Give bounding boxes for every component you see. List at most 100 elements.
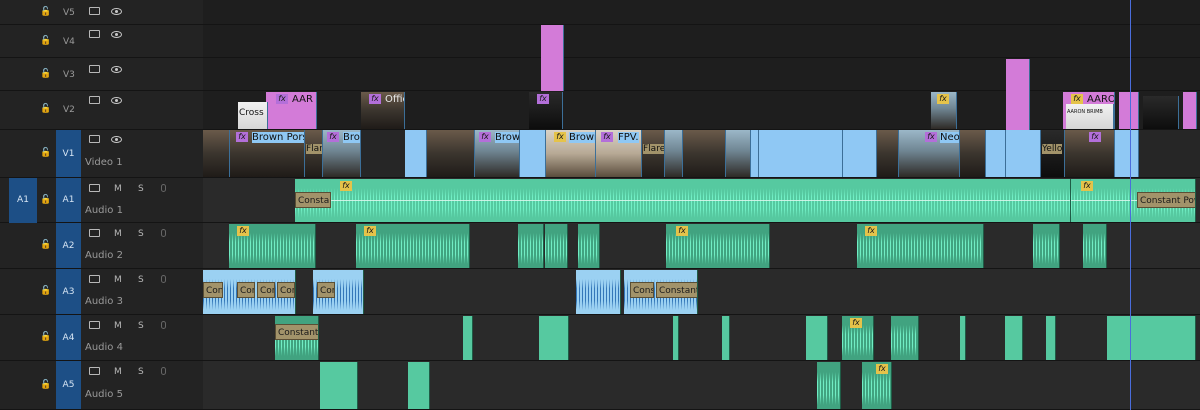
lock-icon[interactable]: 🔓 [40, 287, 51, 296]
mute-button[interactable]: M [114, 275, 122, 285]
transition-constant-power[interactable]: Constan [295, 192, 331, 208]
transition-constant-power[interactable]: Constant Power [1137, 192, 1195, 208]
video-clip[interactable] [665, 130, 683, 177]
audio-clip[interactable] [891, 316, 919, 360]
audio-clip[interactable] [1046, 316, 1056, 360]
eye-icon[interactable] [111, 136, 122, 143]
video-clip[interactable]: fx Bro [323, 130, 361, 177]
video-clip[interactable]: fx AAR [266, 92, 317, 129]
video-clip[interactable]: Flar [305, 130, 323, 177]
solo-button[interactable]: S [138, 367, 144, 377]
lock-icon[interactable]: 🔓 [40, 8, 51, 17]
sync-lock-icon[interactable] [89, 367, 100, 375]
voiceover-record-icon[interactable] [161, 367, 166, 375]
voiceover-record-icon[interactable] [161, 321, 166, 329]
audio-clip[interactable]: fx [857, 224, 984, 268]
title-clip[interactable]: Cross [238, 102, 268, 129]
sync-lock-icon[interactable] [89, 135, 100, 143]
audio-clip[interactable]: Con Con Con Con [203, 270, 296, 314]
video-clip[interactable] [1119, 92, 1139, 129]
lock-icon[interactable]: 🔓 [40, 381, 51, 390]
audio-clip[interactable] [320, 362, 358, 409]
track-target-a2[interactable]: A2 [56, 223, 81, 268]
audio-clip[interactable] [518, 224, 544, 268]
video-clip[interactable]: fx Offic [361, 92, 405, 129]
mute-button[interactable]: M [114, 321, 122, 331]
lock-icon[interactable]: 🔓 [40, 241, 51, 250]
audio-clip[interactable] [1083, 224, 1107, 268]
audio-clip[interactable] [545, 224, 568, 268]
video-clip[interactable]: fx [931, 92, 957, 129]
lane-v4[interactable] [203, 25, 1200, 58]
sync-lock-icon[interactable] [89, 65, 100, 73]
eye-icon[interactable] [111, 31, 122, 38]
sync-lock-icon[interactable] [89, 321, 100, 329]
voiceover-record-icon[interactable] [161, 275, 166, 283]
audio-clip[interactable]: Con [313, 270, 364, 314]
sync-lock-icon[interactable] [89, 96, 100, 104]
video-clip[interactable]: fx [529, 92, 563, 129]
audio-clip[interactable]: fx [356, 224, 470, 268]
video-clip[interactable]: Yello [1041, 130, 1065, 177]
video-clip[interactable] [1115, 130, 1139, 177]
video-clip[interactable]: fx [1065, 130, 1115, 177]
transition-constant-power[interactable]: Con [237, 282, 255, 298]
audio-clip[interactable] [1005, 316, 1023, 360]
transition-constant-power[interactable]: Con [277, 282, 295, 298]
video-clip[interactable] [520, 130, 546, 177]
audio-clip[interactable]: Constant Po [275, 316, 319, 360]
audio-clip[interactable]: fx Constant Power [1071, 179, 1196, 222]
voiceover-record-icon[interactable] [161, 229, 166, 237]
voiceover-record-icon[interactable] [161, 184, 166, 192]
video-clip[interactable] [877, 130, 899, 177]
track-target-v1[interactable]: V1 [56, 130, 81, 177]
video-clip[interactable] [1006, 59, 1030, 130]
audio-clip[interactable] [722, 316, 730, 360]
audio-clip[interactable] [673, 316, 679, 360]
audio-clip[interactable] [576, 270, 621, 314]
video-clip[interactable] [203, 130, 230, 177]
video-clip[interactable] [405, 130, 427, 177]
lane-v5[interactable] [203, 0, 1200, 25]
video-clip[interactable] [541, 25, 564, 91]
transition-constant-power[interactable]: Constant Po [275, 324, 318, 340]
transition-constant-power[interactable]: Con [203, 282, 223, 298]
audio-clip[interactable] [408, 362, 430, 409]
sync-lock-icon[interactable] [89, 229, 100, 237]
audio-clip[interactable]: fx [666, 224, 770, 268]
solo-button[interactable]: S [138, 184, 144, 194]
sync-lock-icon[interactable] [89, 184, 100, 192]
transition-constant-power[interactable]: Con [257, 282, 275, 298]
audio-clip[interactable]: Consta Constant [624, 270, 698, 314]
video-clip[interactable] [751, 130, 759, 177]
video-clip[interactable] [1006, 130, 1041, 177]
video-clip[interactable]: Flare [642, 130, 665, 177]
video-clip[interactable]: fx Brown [546, 130, 596, 177]
video-clip[interactable] [759, 130, 843, 177]
audio-clip[interactable] [578, 224, 600, 268]
lock-icon[interactable]: 🔓 [40, 105, 51, 114]
video-clip[interactable] [1143, 96, 1179, 129]
title-clip[interactable]: AARON BRIMB [1066, 104, 1114, 129]
video-clip[interactable] [683, 130, 726, 177]
track-target-a3[interactable]: A3 [56, 269, 81, 314]
volume-keyframe-line[interactable] [295, 200, 1070, 201]
lock-icon[interactable]: 🔓 [40, 196, 51, 205]
lock-icon[interactable]: 🔓 [40, 333, 51, 342]
audio-clip[interactable] [539, 316, 569, 360]
video-clip[interactable]: fx Brow [475, 130, 520, 177]
audio-clip[interactable] [960, 316, 966, 360]
eye-icon[interactable] [111, 8, 122, 15]
eye-icon[interactable] [111, 97, 122, 104]
video-clip[interactable]: fx Neo [899, 130, 960, 177]
video-clip[interactable] [427, 130, 475, 177]
lock-icon[interactable]: 🔓 [40, 70, 51, 79]
transition-constant-power[interactable]: Consta [630, 282, 654, 298]
video-clip[interactable] [726, 130, 751, 177]
mute-button[interactable]: M [114, 184, 122, 194]
audio-clip[interactable]: fx [842, 316, 874, 360]
track-target-a4[interactable]: A4 [56, 315, 81, 360]
mute-button[interactable]: M [114, 229, 122, 239]
eye-icon[interactable] [111, 66, 122, 73]
lane-v2[interactable] [203, 91, 1200, 130]
